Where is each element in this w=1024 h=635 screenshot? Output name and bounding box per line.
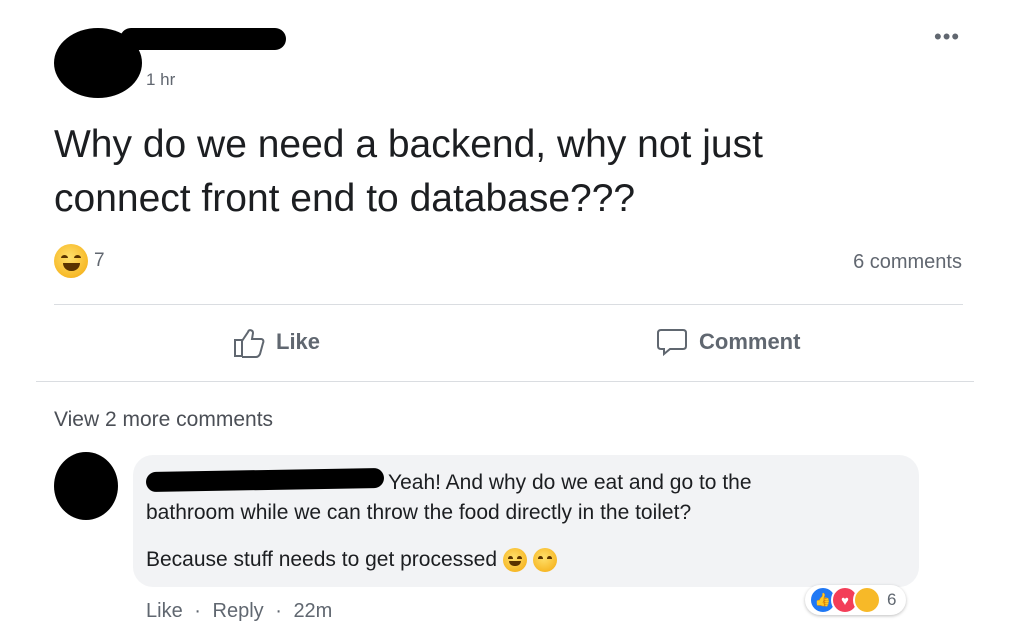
reaction-count: 7 [94, 250, 105, 271]
post-text-line: connect front end to database??? [54, 177, 636, 220]
more-options-icon[interactable]: ••• [934, 24, 960, 50]
wink-emoji-icon [503, 548, 528, 572]
comment-text-line: Because stuff needs to get processed [146, 548, 498, 571]
comment-avatar[interactable] [54, 452, 118, 520]
post-text-line: Why do we need a backend, why not just [54, 123, 763, 166]
divider [54, 304, 963, 305]
like-button[interactable]: Like [232, 326, 320, 358]
thinking-emoji-icon [533, 548, 558, 572]
separator: · [275, 600, 282, 622]
comments-count-link[interactable]: 6 comments [853, 251, 962, 274]
author-name-redacted[interactable] [120, 28, 286, 50]
haha-reaction-icon [853, 586, 881, 614]
comment-text: Yeah! And why do we eat and go to the ba… [146, 468, 886, 528]
comment-reactions[interactable]: 👍 ♥ 6 [805, 585, 907, 615]
comment-reply-link[interactable]: Reply [213, 600, 264, 622]
divider [36, 381, 974, 382]
comment-reaction-count: 6 [887, 590, 897, 609]
comment-text-line: Yeah! And why do we eat and go to the [388, 471, 752, 494]
thumbs-up-icon [234, 329, 265, 358]
haha-reaction-icon [54, 244, 88, 278]
comment-icon [657, 329, 687, 357]
like-label: Like [276, 329, 321, 354]
comment-actions: Like · Reply · 22m [146, 600, 332, 623]
comment-button[interactable]: Comment [655, 326, 800, 358]
separator: · [194, 600, 201, 622]
post-text: Why do we need a backend, why not just c… [54, 118, 954, 226]
comment-time[interactable]: 22m [293, 600, 332, 622]
comment-label: Comment [699, 329, 801, 354]
comment-text-line3: Because stuff needs to get processed [146, 548, 558, 572]
comment-like-link[interactable]: Like [146, 600, 183, 622]
comment-text-line: bathroom while we can throw the food dir… [146, 501, 692, 524]
post-timestamp[interactable]: 1 hr [146, 70, 175, 90]
view-more-comments-link[interactable]: View 2 more comments [54, 408, 273, 432]
reaction-summary[interactable]: 7 [54, 244, 105, 278]
